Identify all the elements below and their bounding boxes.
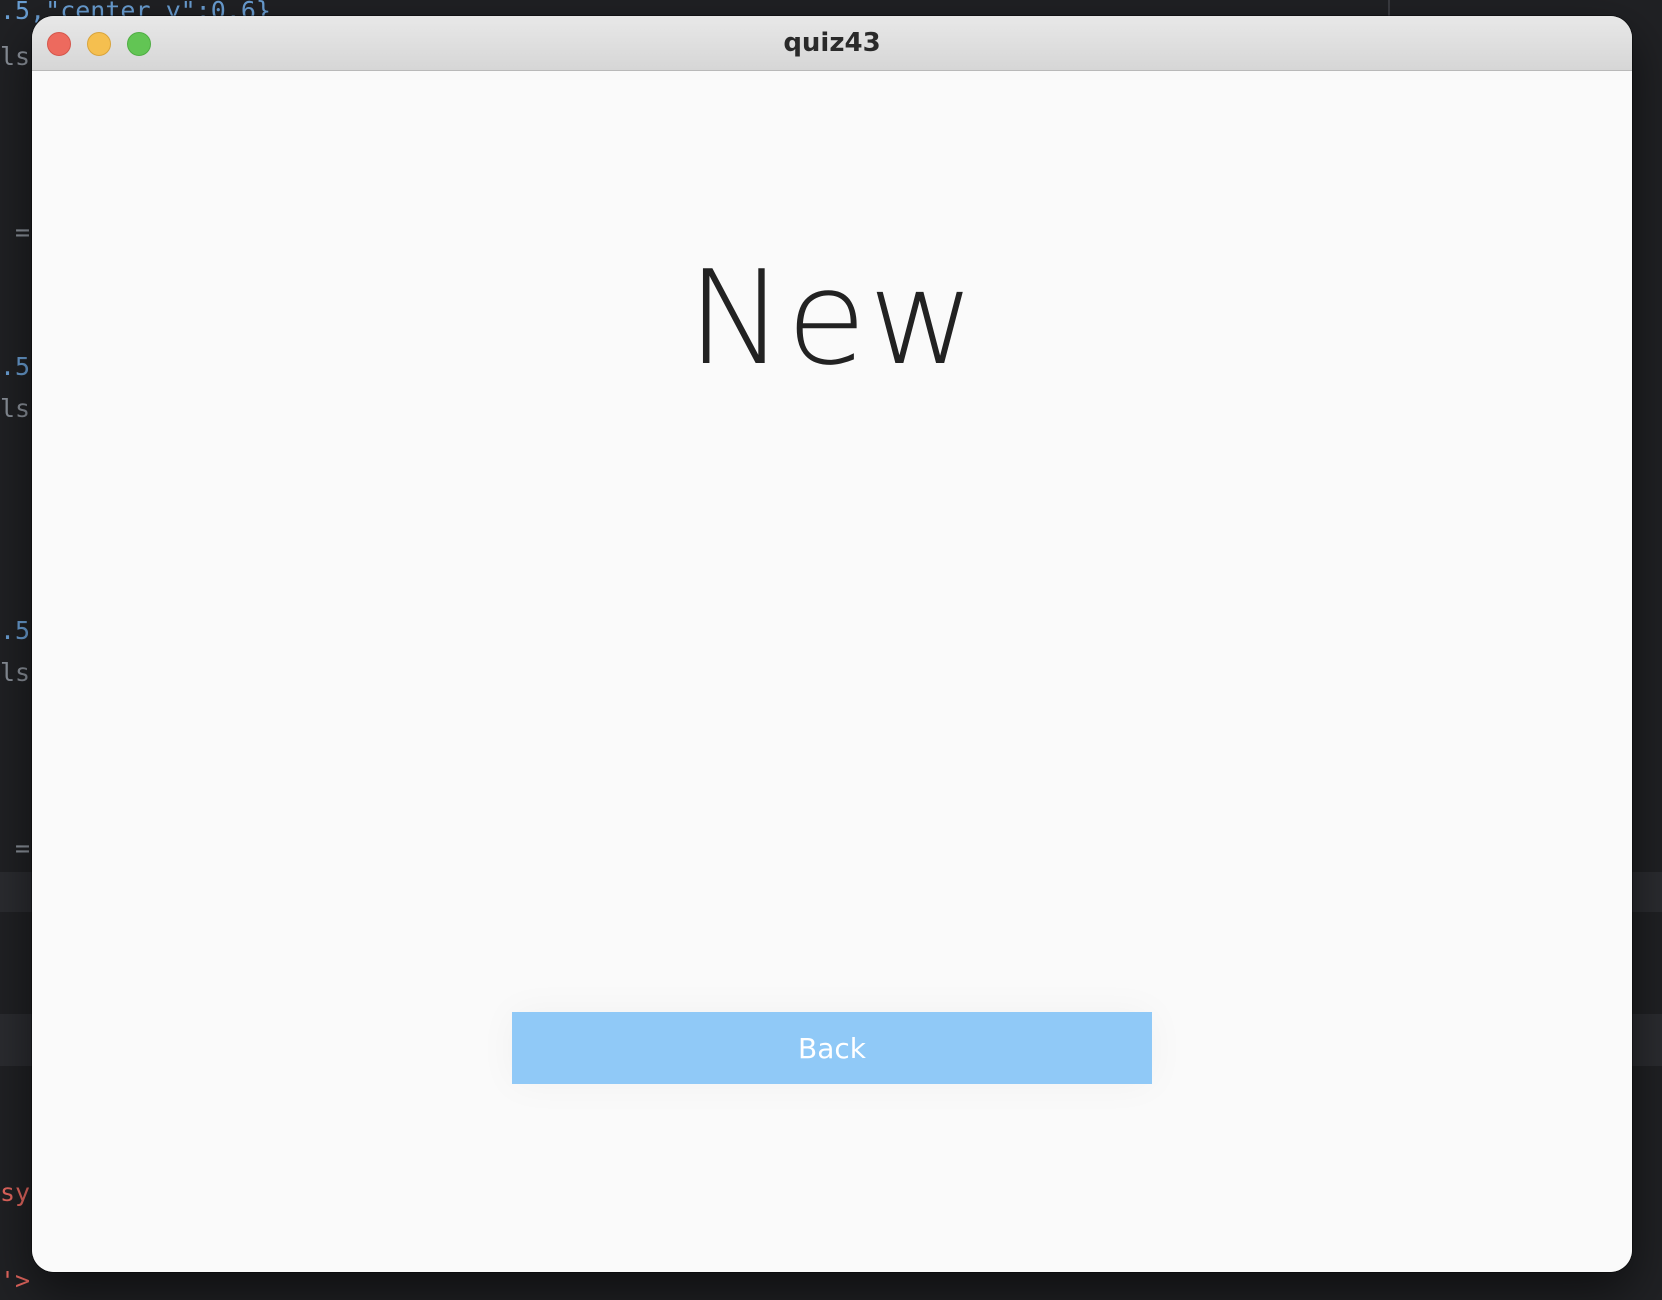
editor-code-line: ls: [0, 42, 31, 71]
back-button[interactable]: Back: [512, 1012, 1152, 1084]
editor-code-line: '>: [0, 1266, 31, 1295]
screen-content: New Back: [32, 72, 1632, 1272]
editor-code-line: ls: [0, 394, 31, 423]
editor-code-line: ls: [0, 658, 31, 687]
screen-heading: New: [687, 242, 977, 394]
app-window: quiz43 New Back: [32, 16, 1632, 1272]
editor-code-line: .5: [0, 352, 31, 381]
editor-code-line: .5: [0, 616, 31, 645]
editor-code-line: sy: [0, 1178, 31, 1207]
editor-code-line: =: [0, 218, 31, 247]
title-bar[interactable]: quiz43: [32, 16, 1632, 71]
editor-code-line: =: [0, 834, 31, 863]
window-title: quiz43: [783, 28, 881, 58]
